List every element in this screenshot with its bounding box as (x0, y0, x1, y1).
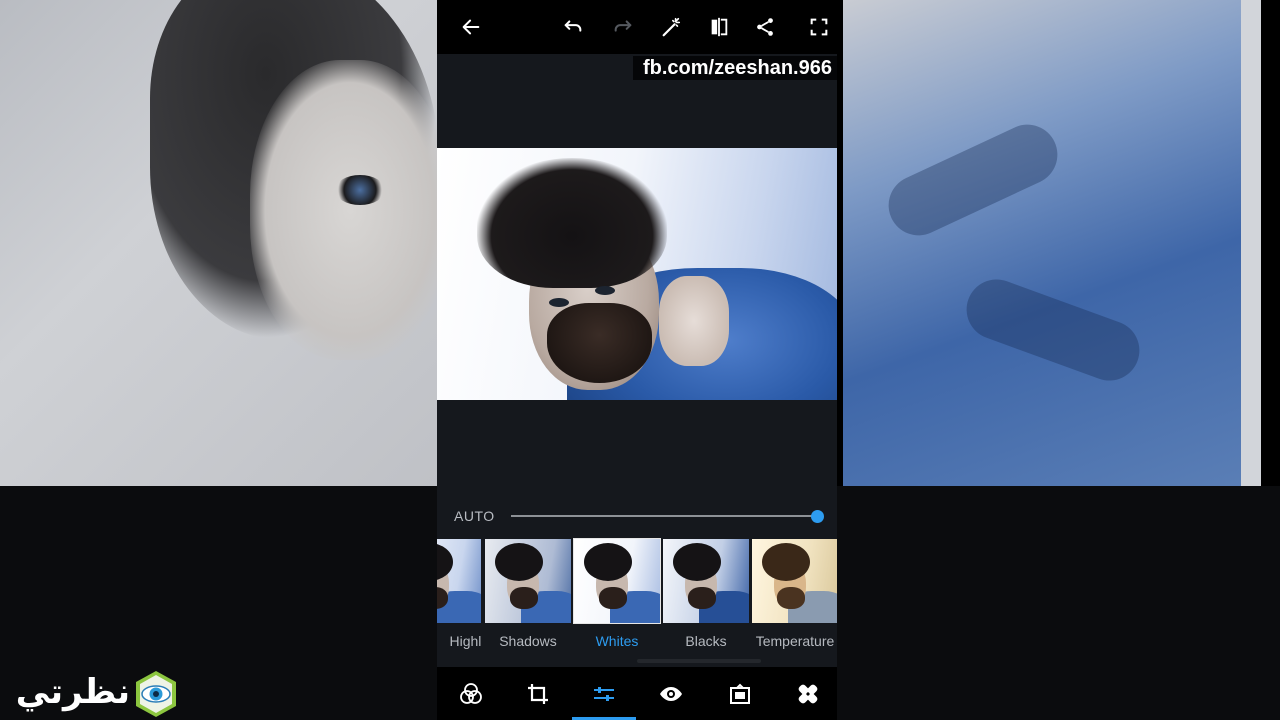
photo-hair (477, 158, 667, 288)
background-jacket-fold (878, 114, 1068, 246)
looks-tab[interactable] (451, 677, 491, 711)
background-face (250, 60, 437, 360)
redo-button[interactable] (607, 11, 639, 43)
frame-icon (730, 683, 750, 704)
thumb-beard (688, 587, 716, 609)
share-icon (757, 18, 773, 36)
eye-hexagon-icon (136, 671, 176, 717)
auto-button[interactable]: AUTO (454, 508, 495, 524)
undo-button[interactable] (557, 11, 589, 43)
eye-tab[interactable] (651, 677, 691, 711)
arrow-left-icon (462, 19, 480, 35)
thumb-hair (495, 543, 543, 581)
preset-thumbnail (437, 539, 481, 623)
magic-wand-icon (662, 17, 681, 37)
fullscreen-button[interactable] (803, 11, 835, 43)
eye-icon (660, 687, 682, 701)
crop-tab[interactable] (518, 677, 558, 711)
adjustment-slider[interactable] (511, 510, 824, 523)
preset-thumbnail (752, 539, 837, 623)
photo-editor-app: fb.com/zeeshan.966 AUTO Highlights (437, 0, 837, 720)
background-jacket-fold (958, 271, 1148, 389)
adjust-sliders-icon (594, 687, 614, 701)
undo-icon (564, 20, 582, 32)
thumb-hair (584, 543, 632, 581)
preset-scroll-indicator (637, 659, 761, 663)
thumb-beard (777, 587, 805, 609)
redo-icon (614, 20, 632, 32)
thumb-hair (437, 543, 453, 581)
looks-icon (460, 683, 482, 704)
preset-whites[interactable]: Whites (573, 538, 661, 658)
watermark-text: fb.com/zeeshan.966 (633, 56, 837, 80)
share-button[interactable] (749, 11, 781, 43)
heal-tab[interactable] (788, 677, 828, 711)
thumb-hair (762, 543, 810, 581)
thumb-hair (673, 543, 721, 581)
photo-canvas[interactable] (437, 148, 837, 400)
preset-shadows[interactable]: Shadows (485, 538, 571, 658)
compare-button[interactable] (703, 11, 735, 43)
fullscreen-icon (810, 18, 828, 36)
back-button[interactable] (455, 11, 487, 43)
adjust-tab[interactable] (584, 677, 624, 711)
slider-fill (511, 515, 817, 517)
logo-text: نظرتي (15, 672, 130, 712)
preset-thumbnail (485, 539, 571, 623)
adjustment-presets: Highlights Shadows Whites (437, 538, 837, 658)
preset-thumbnail (573, 538, 661, 624)
frame-tab[interactable] (720, 677, 760, 711)
preset-temperature[interactable]: Temperature (752, 538, 837, 658)
photo-beard (547, 303, 652, 383)
background-blur-right (843, 0, 1261, 486)
preset-thumbnail (663, 539, 749, 623)
bottom-nav (437, 667, 837, 720)
slider-thumb[interactable] (811, 510, 824, 523)
photo-eye (595, 286, 615, 295)
auto-fix-button[interactable] (655, 11, 687, 43)
background-blur-left (0, 0, 437, 486)
preset-blacks[interactable]: Blacks (663, 538, 749, 658)
channel-logo: نظرتي (12, 668, 182, 720)
adjustment-row: AUTO (437, 500, 837, 532)
crop-icon (528, 684, 548, 704)
preset-label: Temperature (755, 633, 835, 649)
thumb-beard (599, 587, 627, 609)
thumb-beard (510, 587, 538, 609)
background-eye (335, 175, 385, 205)
photo-hand (659, 276, 729, 366)
top-toolbar (437, 0, 837, 54)
background-edge (1241, 0, 1261, 486)
heal-bandage-icon (798, 684, 818, 704)
compare-icon (711, 17, 728, 37)
photo-eye (549, 298, 569, 307)
